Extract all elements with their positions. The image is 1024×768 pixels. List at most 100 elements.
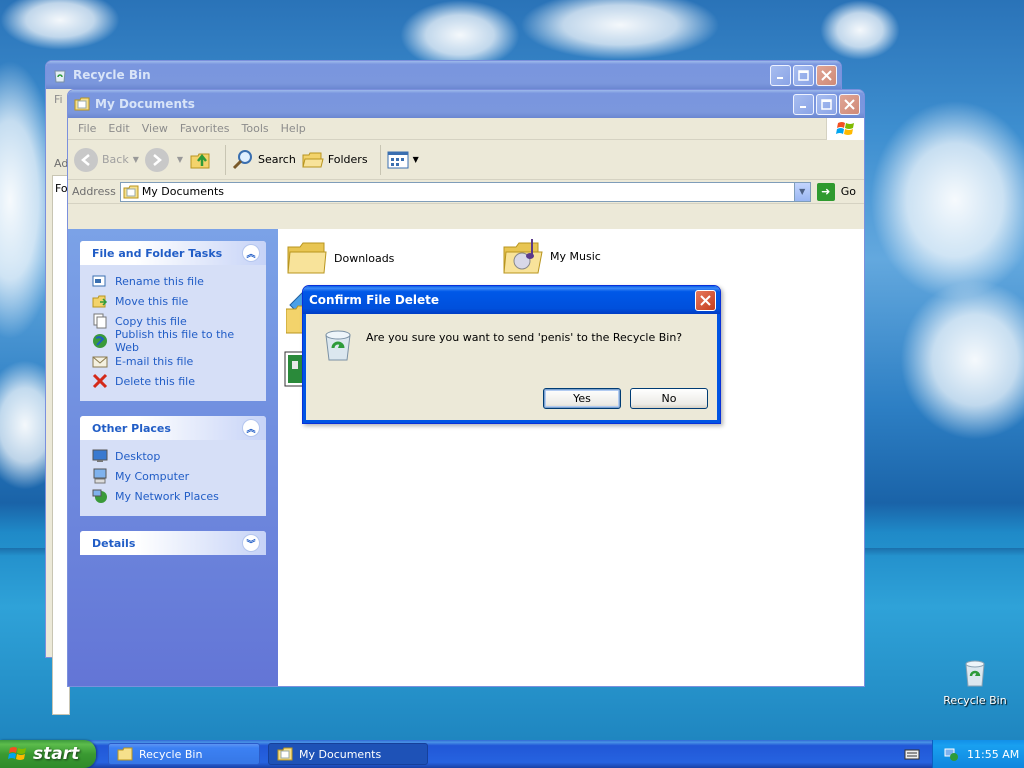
dialog-close-button[interactable] (695, 289, 716, 311)
task-rename[interactable]: Rename this file (92, 271, 256, 291)
forward-button[interactable]: ▼ (144, 147, 183, 172)
place-label: My Network Places (115, 489, 219, 503)
docs-titlebar[interactable]: My Documents (68, 90, 864, 118)
close-icon (821, 69, 832, 81)
task-move[interactable]: Move this file (92, 291, 256, 311)
taskbar-my-documents[interactable]: My Documents (268, 743, 428, 765)
place-desktop[interactable]: Desktop (92, 446, 256, 466)
address-label: Address (72, 185, 116, 198)
desktop-icon-label: Recycle Bin (943, 694, 1007, 707)
dialog-body: Are you sure you want to send 'penis' to… (303, 314, 720, 423)
forward-arrow-icon (144, 147, 169, 172)
dialog-message: Are you sure you want to send 'penis' to… (366, 331, 683, 344)
menu-tools[interactable]: Tools (236, 122, 275, 135)
views-button[interactable]: ▼ (387, 150, 419, 170)
place-network[interactable]: My Network Places (92, 486, 256, 506)
minimize-icon (777, 76, 783, 79)
collapse-icon[interactable]: ︽ (242, 244, 260, 262)
menu-file[interactable]: File (72, 122, 102, 135)
other-places-list: Desktop My Computer My Network Places (80, 440, 266, 516)
keyboard-icon[interactable] (904, 746, 920, 762)
task-publish[interactable]: Publish this file to the Web (92, 328, 256, 354)
yes-button[interactable]: Yes (543, 388, 621, 409)
minimize-button[interactable] (793, 93, 814, 115)
place-my-computer[interactable]: My Computer (92, 466, 256, 486)
menu-view[interactable]: View (136, 122, 174, 135)
file-tasks-panel: File and Folder Tasks ︽ Rename this file… (80, 241, 266, 401)
my-documents-icon (277, 747, 293, 761)
close-button[interactable] (839, 93, 860, 115)
file-item-partial[interactable] (284, 351, 304, 387)
maximize-icon (821, 98, 832, 110)
address-dropdown-button[interactable]: ▼ (793, 182, 810, 201)
close-button[interactable] (816, 64, 837, 86)
recycle-bin-icon (54, 70, 66, 83)
menu-help[interactable]: Help (275, 122, 312, 135)
other-places-header[interactable]: Other Places ︽ (80, 416, 266, 440)
task-label: Delete this file (115, 374, 195, 388)
up-button[interactable] (189, 148, 213, 172)
network-status-icon[interactable] (943, 746, 959, 762)
search-button[interactable]: Search (232, 149, 296, 171)
close-icon (700, 294, 711, 306)
music-folder-icon (503, 239, 543, 274)
folder-up-icon (190, 153, 210, 168)
address-bar: Address My Documents ▼ ➜ Go (68, 180, 864, 204)
task-delete[interactable]: Delete this file (92, 371, 256, 391)
computer-icon (93, 468, 107, 484)
details-panel: Details ︾ (80, 531, 266, 555)
expand-icon[interactable]: ︾ (242, 534, 260, 552)
recycle-bin-icon (325, 330, 351, 361)
taskbar: start Recycle Bin My Documents 11:55 AM (0, 740, 1024, 768)
task-email[interactable]: E-mail this file (92, 351, 256, 371)
details-header[interactable]: Details ︾ (80, 531, 266, 555)
recycle-titlebar[interactable]: Recycle Bin (46, 61, 841, 89)
file-tasks-list: Rename this file Move this file Copy thi… (80, 265, 266, 401)
email-icon (92, 356, 108, 368)
panel-title: File and Folder Tasks (92, 246, 223, 260)
globe-icon (93, 334, 107, 348)
cloud (870, 100, 1024, 300)
collapse-icon[interactable]: ︽ (242, 419, 260, 437)
menu-bar: File Edit View Favorites Tools Help (68, 118, 864, 140)
folders-icon (302, 152, 324, 167)
no-button[interactable]: No (630, 388, 708, 409)
minimize-button[interactable] (770, 64, 791, 86)
window-title: Recycle Bin (73, 68, 151, 82)
start-label: start (33, 744, 80, 764)
dialog-titlebar[interactable]: Confirm File Delete (303, 286, 720, 314)
chevron-down-icon: ▼ (132, 155, 139, 164)
move-icon (92, 295, 108, 308)
my-documents-icon (74, 97, 90, 111)
views-icon (387, 151, 409, 168)
folders-button[interactable]: Folders (302, 150, 368, 170)
system-tray: 11:55 AM (932, 740, 1024, 768)
clock[interactable]: 11:55 AM (967, 748, 1019, 761)
desktop-recycle-bin[interactable]: Recycle Bin (940, 656, 1010, 707)
file-item-my-music[interactable]: My Music (502, 235, 601, 277)
search-icon (232, 149, 253, 169)
start-button[interactable]: start (0, 740, 96, 768)
file-item-downloads[interactable]: Downloads (286, 237, 394, 279)
taskbar-label: My Documents (299, 747, 382, 761)
maximize-icon (798, 69, 809, 81)
address-field[interactable]: My Documents ▼ (119, 181, 811, 202)
other-places-panel: Other Places ︽ Desktop My Computer My Ne… (80, 416, 266, 516)
maximize-button[interactable] (793, 64, 814, 86)
partial-menu: Fi (54, 93, 63, 106)
back-button[interactable]: Back ▼ (74, 147, 139, 172)
window-title: My Documents (95, 97, 195, 111)
menu-favorites[interactable]: Favorites (174, 122, 236, 135)
cloud (820, 0, 900, 60)
cloud (0, 0, 120, 50)
close-icon (844, 98, 855, 110)
back-arrow-icon (74, 147, 98, 172)
taskbar-recycle-bin[interactable]: Recycle Bin (108, 743, 260, 765)
confirm-delete-dialog: Confirm File Delete Are you sure you wan… (302, 285, 721, 424)
minimize-icon (800, 105, 806, 108)
task-label: Publish this file to the Web (115, 328, 235, 354)
go-button[interactable]: ➜ Go (816, 182, 856, 201)
menu-edit[interactable]: Edit (102, 122, 135, 135)
file-tasks-header[interactable]: File and Folder Tasks ︽ (80, 241, 266, 265)
maximize-button[interactable] (816, 93, 837, 115)
